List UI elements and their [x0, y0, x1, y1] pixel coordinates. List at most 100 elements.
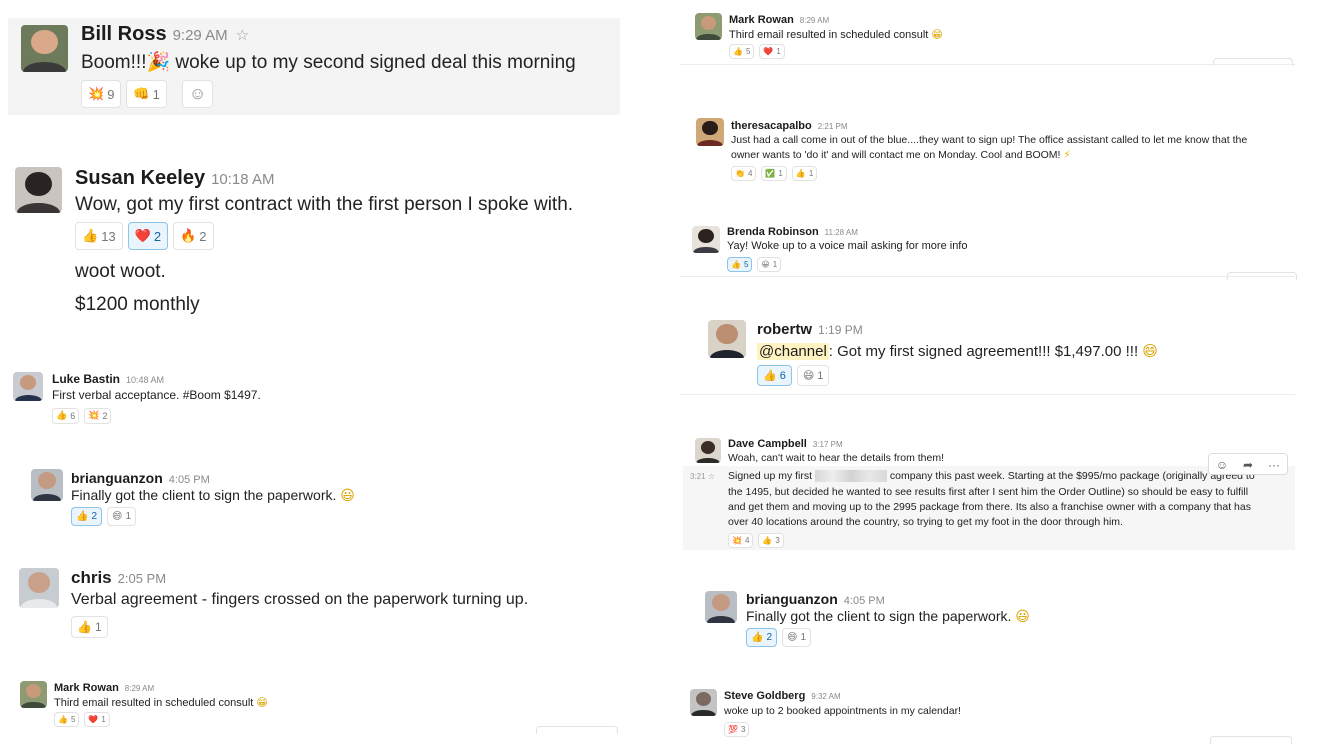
timestamp[interactable]: 10:48 AM	[126, 375, 164, 385]
avatar[interactable]	[696, 118, 724, 146]
reactions: 👍 1	[71, 616, 108, 638]
author-name[interactable]: Brenda Robinson	[727, 226, 819, 238]
avatar[interactable]	[695, 13, 722, 40]
author-name[interactable]: Mark Rowan	[54, 682, 119, 694]
avatar[interactable]	[31, 469, 63, 501]
reaction-thumbsup[interactable]: 👍 6	[52, 408, 80, 424]
timestamp[interactable]: 4:05 PM	[169, 474, 210, 486]
message-text: Boom!!!🎉 woke up to my second signed dea…	[81, 51, 576, 73]
message-header: Mark Rowan 8:29 AM	[729, 14, 829, 26]
share-icon[interactable]: ➦	[1235, 454, 1261, 474]
more-actions-icon[interactable]: ···	[1261, 454, 1287, 474]
timestamp[interactable]: 9:29 AM	[173, 27, 228, 44]
message-header: brianguanzon 4:05 PM	[71, 470, 210, 486]
message-text: and get them and moving up to the 2995 p…	[728, 501, 1251, 513]
avatar[interactable]	[695, 438, 721, 463]
reactions: 👍 5 ❤️ 1	[729, 44, 785, 59]
message-text: owner wants to 'do it' and will contact …	[731, 149, 1071, 161]
timestamp[interactable]: 4:05 PM	[844, 595, 885, 607]
message-text: Woah, can't wait to hear the details fro…	[728, 452, 944, 464]
reaction-thumbsup[interactable]: 👍 1	[71, 616, 108, 638]
avatar[interactable]	[21, 25, 68, 72]
timestamp[interactable]: 1:19 PM	[818, 323, 863, 337]
message-text: woke up to 2 booked appointments in my c…	[724, 705, 961, 717]
reaction-thumbsup[interactable]: 👍 2	[746, 628, 778, 647]
reaction-thumbsup[interactable]: 👍 13	[75, 222, 123, 250]
reaction-boom[interactable]: 💥 2	[84, 408, 112, 424]
author-name[interactable]: chris	[71, 568, 112, 587]
reaction-thumbsup[interactable]: 👍 2	[71, 507, 103, 526]
channel-mention[interactable]: @channel	[757, 343, 829, 360]
timestamp[interactable]: 8:29 AM	[800, 16, 829, 25]
reaction-fire[interactable]: 🔥 2	[173, 222, 214, 250]
message-mark-rowan: Mark Rowan 8:29 AM Third email resulted i…	[8, 672, 620, 734]
reaction-smile[interactable]: 😄 1	[107, 507, 137, 526]
reaction-clap[interactable]: 👏 4	[731, 166, 757, 181]
author-name[interactable]: Susan Keeley	[75, 167, 205, 189]
reaction-thumbsup[interactable]: 👍 5	[727, 257, 753, 272]
author-name[interactable]: theresacapalbo	[731, 120, 812, 132]
message-header: brianguanzon 4:05 PM	[746, 591, 885, 607]
message-dave-campbell-followup: 3:21 ☆ Signed up my first company this p…	[683, 466, 1295, 550]
author-name[interactable]: Bill Ross	[81, 23, 167, 45]
avatar[interactable]	[13, 372, 43, 401]
reaction-check[interactable]: ✅ 1	[761, 166, 787, 181]
reaction-thumbsup[interactable]: 👍 1	[791, 166, 818, 181]
message-toolbar-partial[interactable]	[536, 726, 618, 734]
avatar[interactable]	[19, 568, 59, 608]
author-name[interactable]: Dave Campbell	[728, 438, 807, 450]
avatar[interactable]	[15, 167, 62, 213]
author-name[interactable]: Luke Bastin	[52, 372, 120, 386]
message-header: robertw 1:19 PM	[757, 321, 863, 338]
author-name[interactable]: brianguanzon	[746, 591, 838, 607]
timestamp[interactable]: 3:17 PM	[813, 440, 843, 449]
timestamp[interactable]: 10:18 AM	[211, 171, 274, 188]
avatar[interactable]	[708, 320, 746, 358]
reaction-thumbsup[interactable]: 👍 5	[54, 712, 80, 727]
message-text: over 40 locations around the country, so…	[728, 516, 1123, 528]
avatar[interactable]	[692, 226, 720, 253]
timestamp[interactable]: 11:28 AM	[825, 228, 858, 237]
author-name[interactable]: brianguanzon	[71, 470, 163, 486]
message-toolbar-partial[interactable]	[1210, 736, 1292, 744]
message-text: $1200 monthly	[75, 294, 200, 315]
author-name[interactable]: robertw	[757, 321, 812, 338]
reaction-heart[interactable]: ❤️ 1	[759, 44, 785, 59]
reaction-100[interactable]: 💯 3	[724, 722, 750, 737]
side-timestamp[interactable]: 3:21 ☆	[690, 472, 715, 481]
reaction-heart[interactable]: ❤️ 1	[84, 712, 110, 727]
avatar[interactable]	[690, 689, 717, 716]
reaction-boom[interactable]: 💥 9	[81, 80, 122, 108]
timestamp[interactable]: 2:05 PM	[118, 571, 166, 586]
message-text: Third email resulted in scheduled consul…	[729, 28, 943, 41]
reaction-punch[interactable]: 👊 1	[126, 80, 167, 108]
reactions: 👍 5 😀 1	[727, 257, 782, 272]
timestamp[interactable]: 8:29 AM	[125, 684, 154, 693]
message-steve-goldberg: Steve Goldberg 9:32 AM woke up to 2 booke…	[683, 682, 1295, 744]
author-name[interactable]: Mark Rowan	[729, 14, 794, 26]
reactions: 👍 6 💥 2	[52, 408, 112, 424]
reactions: 💥 4 👍 3	[728, 533, 784, 548]
message-theresacapalbo: theresacapalbo 2:21 PM Just had a call co…	[685, 110, 1297, 190]
author-name[interactable]: Steve Goldberg	[724, 690, 805, 702]
avatar[interactable]	[705, 591, 737, 623]
reaction-thumbsup[interactable]: 👍 6	[757, 365, 792, 386]
reaction-thumbsup[interactable]: 👍 5	[729, 44, 755, 59]
message-brianguanzon: brianguanzon 4:05 PM Finally got the clie…	[685, 582, 1297, 652]
reaction-smile[interactable]: 😄 1	[782, 628, 812, 647]
timestamp[interactable]: 2:21 PM	[818, 122, 848, 131]
star-icon[interactable]: ☆	[236, 27, 249, 44]
message-chris: chris 2:05 PM Verbal agreement - fingers …	[8, 560, 620, 645]
reaction-thumbsup[interactable]: 👍 3	[758, 533, 784, 548]
message-header: Steve Goldberg 9:32 AM	[724, 690, 841, 702]
reaction-boom[interactable]: 💥 4	[728, 533, 754, 548]
message-mark-rowan: Mark Rowan 8:29 AM Third email resulted i…	[685, 6, 1297, 66]
reaction-heart[interactable]: ❤️ 2	[127, 222, 169, 250]
reaction-smile[interactable]: 😄 1	[796, 365, 830, 386]
add-reaction-icon[interactable]: ☺	[181, 80, 214, 108]
avatar[interactable]	[20, 681, 47, 708]
reaction-grinning[interactable]: 😀 1	[757, 257, 782, 272]
timestamp[interactable]: 9:32 AM	[811, 692, 840, 701]
add-reaction-icon[interactable]: ☺	[1209, 454, 1235, 474]
reactions: 👍 2 😄 1	[71, 507, 137, 526]
